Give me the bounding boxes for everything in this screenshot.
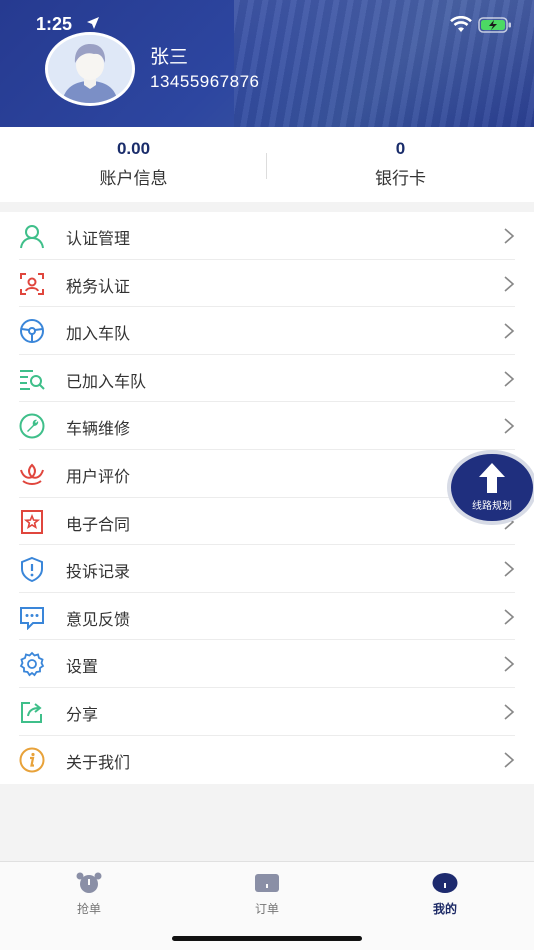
home-indicator <box>172 936 362 941</box>
account-stats: 0.00 账户信息 0 银行卡 <box>0 127 534 202</box>
share-icon <box>21 702 42 723</box>
menu-item-joined-fleet[interactable]: 已加入车队 <box>0 355 534 403</box>
chevron-right-icon <box>504 418 515 434</box>
stat-value: 0.00 <box>116 139 151 158</box>
avatar[interactable] <box>45 32 135 106</box>
order-box-icon <box>255 874 279 892</box>
menu-item-about-us[interactable]: 关于我们 <box>0 736 534 784</box>
user-phone: 13455967876 <box>150 72 260 91</box>
user-verify-icon <box>20 225 44 249</box>
avatar-person-icon <box>48 35 132 103</box>
profile-circle-icon <box>432 873 458 893</box>
menu-item-share[interactable]: 分享 <box>0 688 534 736</box>
menu-item-label: 税务认证 <box>66 276 131 296</box>
chevron-right-icon <box>504 275 515 292</box>
chevron-right-icon <box>504 323 515 339</box>
gear-icon <box>19 652 45 677</box>
tab-label: 抢单 <box>76 902 101 916</box>
menu-item-label: 投诉记录 <box>66 562 131 582</box>
alarm-clock-icon <box>76 872 102 893</box>
tab-mine[interactable]: 我的 <box>356 862 534 922</box>
wifi-icon <box>450 16 472 32</box>
menu-item-label: 关于我们 <box>66 752 131 772</box>
chevron-right-icon <box>504 704 515 720</box>
menu-item-settings[interactable]: 设置 <box>0 640 534 688</box>
status-time: 1:25 <box>36 14 73 34</box>
stat-label: 银行卡 <box>375 169 426 189</box>
user-name: 张三 <box>150 46 189 68</box>
tab-orders[interactable]: 订单 <box>178 862 356 922</box>
menu-item-tax-certification[interactable]: 税务认证 <box>0 260 534 308</box>
lotus-icon <box>20 463 44 485</box>
stat-label: 账户信息 <box>99 169 168 189</box>
menu-item-label: 车辆维修 <box>66 419 131 439</box>
menu-item-label: 认证管理 <box>66 229 131 248</box>
arrow-up-icon <box>479 463 505 493</box>
shield-alert-icon <box>21 557 43 583</box>
chevron-right-icon <box>504 656 515 672</box>
chevron-right-icon <box>504 371 515 387</box>
chevron-right-icon <box>504 609 515 625</box>
menu-item-label: 意见反馈 <box>66 609 131 629</box>
route-planning-label: 线路规划 <box>472 501 512 512</box>
chevron-right-icon <box>504 228 515 244</box>
steering-wheel-icon <box>20 319 44 344</box>
face-scan-icon <box>20 272 44 295</box>
menu-item-complaint-records[interactable]: 投诉记录 <box>0 545 534 593</box>
menu-item-label: 设置 <box>66 657 99 677</box>
menu-item-label: 已加入车队 <box>66 371 147 391</box>
route-planning-button[interactable]: 线路规划 <box>451 454 533 521</box>
battery-icon <box>478 17 511 33</box>
menu-item-label: 加入车队 <box>66 324 131 344</box>
menu-item-certification[interactable]: 认证管理 <box>0 212 534 260</box>
profile-header: 1:25 张三 13455967876 <box>0 0 534 127</box>
list-search-icon <box>20 369 45 390</box>
menu-item-label: 用户评价 <box>66 467 131 486</box>
menu-item-vehicle-repair[interactable]: 车辆维修 <box>0 402 534 450</box>
stat-value: 0 <box>395 139 406 158</box>
menu-item-label: 电子合同 <box>66 514 131 534</box>
wrench-icon <box>19 413 45 439</box>
info-icon <box>19 747 45 773</box>
chevron-right-icon <box>504 561 515 577</box>
tab-grab-order[interactable]: 抢单 <box>0 862 178 922</box>
stat-bank-card[interactable]: 0 银行卡 <box>267 127 534 202</box>
chat-dots-icon <box>20 606 44 630</box>
tab-label: 订单 <box>254 902 279 916</box>
stat-account-info[interactable]: 0.00 账户信息 <box>0 127 267 202</box>
contract-star-icon <box>21 509 43 534</box>
menu-item-label: 分享 <box>66 705 99 724</box>
location-arrow-icon <box>87 17 99 29</box>
menu-item-join-fleet[interactable]: 加入车队 <box>0 307 534 355</box>
chevron-right-icon <box>504 751 515 768</box>
tab-label: 我的 <box>432 902 457 916</box>
menu-item-feedback[interactable]: 意见反馈 <box>0 593 534 641</box>
